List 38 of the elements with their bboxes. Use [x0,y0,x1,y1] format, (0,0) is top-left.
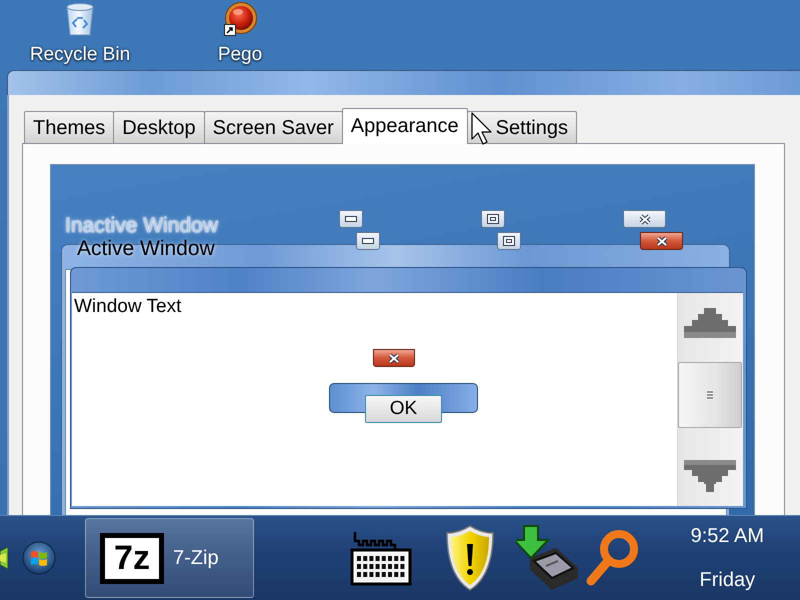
taskbar-button[interactable]: 7z 7-Zip [85,518,254,598]
desktop-icon-label[interactable]: Recycle Bin [30,44,130,66]
search-icon[interactable] [584,528,640,588]
window-title: Active Window [77,237,215,261]
close-icon [654,236,668,246]
window-title: Inactive Window [65,214,218,238]
close-button[interactable] [623,210,666,228]
keyboard-icon[interactable] [350,530,412,586]
app-icon[interactable] [0,546,8,570]
tab[interactable]: Settings [466,111,577,143]
tab[interactable]: Themes [24,111,114,143]
tab[interactable]: Desktop [113,111,205,143]
minimize-icon [345,216,357,222]
minimize-button[interactable] [356,232,380,250]
warning-shield-icon[interactable] [444,524,496,592]
close-icon [387,352,401,364]
maximize-button[interactable] [497,232,521,250]
clock-day[interactable]: Friday [700,568,756,592]
ok-button[interactable]: OK [365,395,442,423]
tab[interactable]: Appearance [342,108,468,144]
grip-icon [707,391,713,399]
close-button[interactable] [640,232,683,250]
maximize-button[interactable] [481,210,505,228]
tab[interactable]: Screen Saver [204,111,343,143]
close-icon [638,214,652,224]
minimize-button[interactable] [339,210,363,228]
app-shortcut-icon[interactable] [222,2,258,36]
maximize-icon [503,236,515,246]
app-logo: 7z [100,532,164,584]
start-icon[interactable] [22,541,56,575]
clock-time[interactable]: 9:52 AM [690,524,764,548]
minimize-icon [362,238,374,244]
desktop-icon-label[interactable]: Pego [218,44,262,66]
close-button[interactable] [373,349,415,367]
maximize-icon [487,214,499,224]
scroll-down-arrow-icon [684,460,736,492]
window-text: Window Text [74,296,182,318]
scroll-up-arrow-icon [684,308,736,338]
